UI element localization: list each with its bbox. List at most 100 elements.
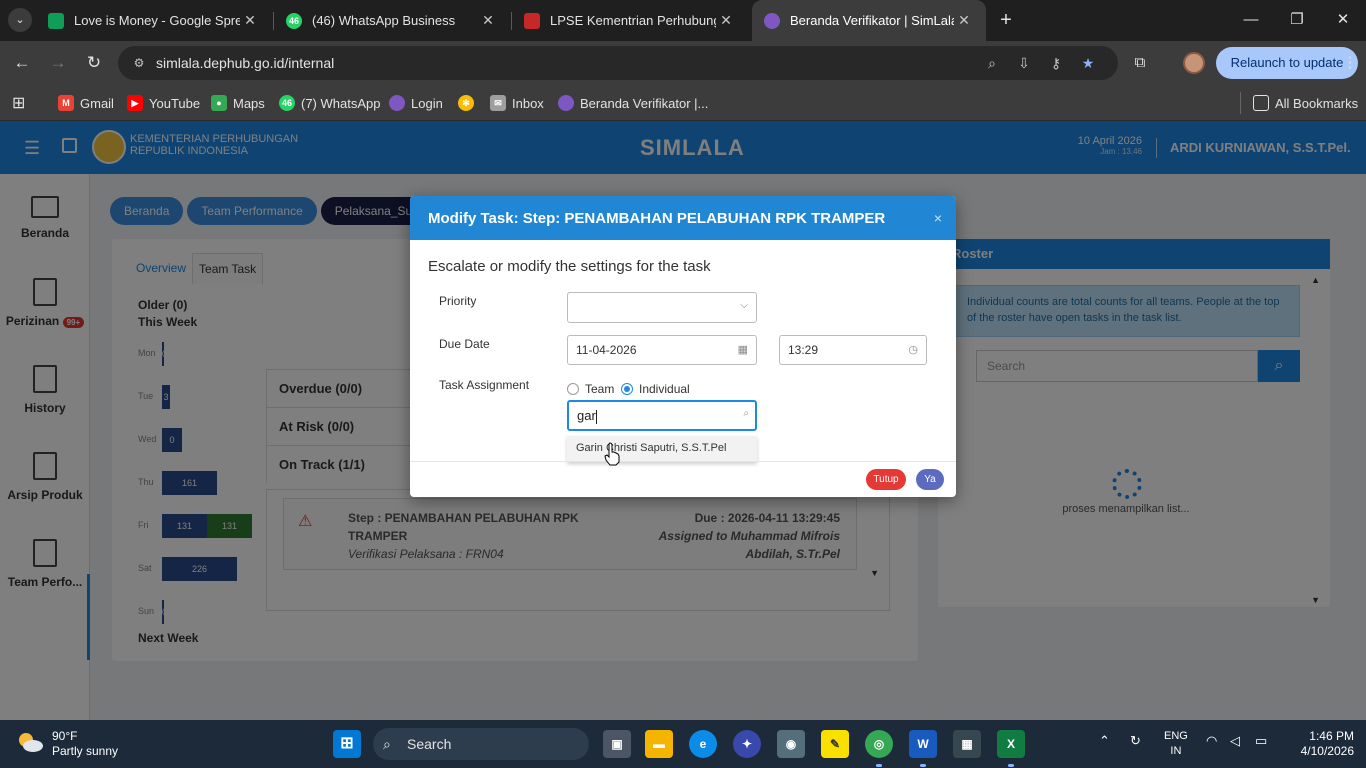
bookmark-star-icon[interactable]: ★ bbox=[1078, 54, 1098, 72]
volume-icon[interactable]: ◁ bbox=[1230, 733, 1240, 749]
chevron-up-icon[interactable]: ⌃ bbox=[1099, 733, 1110, 749]
copilot-icon[interactable]: ✦ bbox=[733, 730, 761, 758]
footer-divider bbox=[410, 461, 956, 462]
password-key-icon[interactable]: ⚷ bbox=[1046, 54, 1066, 72]
chevron-down-icon: ⌵ bbox=[740, 300, 748, 311]
folder-icon bbox=[1253, 95, 1269, 111]
due-time-input[interactable]: 13:29 ◷ bbox=[779, 335, 927, 365]
tab-title: LPSE Kementrian Perhubungan bbox=[550, 13, 716, 28]
radio-button bbox=[567, 383, 579, 395]
tab-title: Beranda Verifikator | SimLala bbox=[790, 13, 954, 28]
profile-avatar[interactable] bbox=[1183, 52, 1205, 74]
tab-whatsapp[interactable]: 46 (46) WhatsApp Business ✕ bbox=[274, 0, 510, 41]
new-tab-icon[interactable]: + bbox=[994, 8, 1018, 32]
reload-icon[interactable]: ↻ bbox=[82, 51, 106, 75]
dialog-description: Escalate or modify the settings for the … bbox=[428, 258, 711, 275]
bookmark-gmail[interactable]: M Gmail bbox=[58, 92, 114, 114]
whatsapp-icon: 46 bbox=[279, 95, 295, 111]
back-icon[interactable]: ← bbox=[10, 51, 34, 75]
tab-title: Love is Money - Google Spread bbox=[74, 13, 240, 28]
lpse-icon bbox=[524, 12, 540, 29]
dialog-title: Modify Task: Step: PENAMBAHAN PELABUHAN … bbox=[410, 196, 956, 240]
bookmark-youtube[interactable]: ▶ YouTube bbox=[127, 92, 200, 114]
close-tab-icon[interactable]: ✕ bbox=[954, 12, 974, 29]
whatsapp-icon: 46 bbox=[286, 12, 302, 29]
forward-icon[interactable]: → bbox=[46, 51, 70, 75]
radio-team[interactable]: Team bbox=[567, 382, 614, 396]
running-indicator bbox=[1008, 764, 1014, 767]
close-button[interactable]: Tutup bbox=[866, 469, 906, 490]
task-view-icon[interactable]: ▣ bbox=[603, 730, 631, 758]
browser-toolbar: ← → ↻ ⚙ simlala.dephub.go.id/internal ⌕ … bbox=[0, 41, 1366, 85]
globe-icon bbox=[558, 95, 574, 111]
chrome-icon[interactable]: ◎ bbox=[865, 730, 893, 758]
globe-icon bbox=[389, 95, 405, 111]
relaunch-button[interactable]: Relaunch to update bbox=[1216, 47, 1358, 79]
bookmark-whatsapp[interactable]: 46 (7) WhatsApp bbox=[279, 92, 380, 114]
camera-icon[interactable]: ◉ bbox=[777, 730, 805, 758]
edge-icon[interactable]: e bbox=[689, 730, 717, 758]
sticky-notes-icon[interactable]: ✎ bbox=[821, 730, 849, 758]
minimize-icon[interactable]: — bbox=[1228, 0, 1274, 41]
site-info-icon[interactable]: ⚙ bbox=[130, 54, 148, 72]
close-tab-icon[interactable]: ✕ bbox=[478, 12, 498, 29]
youtube-icon: ▶ bbox=[127, 95, 143, 111]
bookmark-login[interactable]: Login bbox=[389, 92, 443, 114]
excel-icon[interactable]: X bbox=[997, 730, 1025, 758]
tab-title: (46) WhatsApp Business bbox=[312, 13, 456, 28]
assignee-suggestion[interactable]: Garin Christi Saputri, S.S.T.Pel bbox=[567, 436, 757, 462]
weather-widget[interactable]: 90°F Partly sunny bbox=[52, 729, 118, 759]
bookmark-pinwheel[interactable]: ✻ bbox=[458, 92, 480, 114]
radio-individual[interactable]: Individual bbox=[621, 382, 690, 396]
wifi-icon[interactable]: ◠ bbox=[1206, 733, 1217, 749]
running-indicator bbox=[876, 764, 882, 767]
confirm-button[interactable]: Ya bbox=[916, 469, 944, 490]
due-date-input[interactable]: 11-04-2026 ▦ bbox=[567, 335, 757, 365]
due-date-label: Due Date bbox=[439, 337, 490, 351]
zoom-icon[interactable]: ⌕ bbox=[982, 54, 1002, 72]
priority-label: Priority bbox=[439, 294, 477, 308]
bookmark-beranda[interactable]: Beranda Verifikator |... bbox=[558, 92, 708, 114]
restore-icon[interactable]: ❐ bbox=[1274, 0, 1320, 41]
taskbar-clock[interactable]: 1:46 PM 4/10/2026 bbox=[1290, 729, 1354, 759]
partly-sunny-icon bbox=[19, 733, 43, 752]
battery-icon[interactable]: ▭ bbox=[1255, 733, 1267, 749]
windows-start-icon[interactable]: ⊞ bbox=[333, 730, 361, 758]
maps-pin-icon: ● bbox=[211, 95, 227, 111]
modify-task-dialog: Modify Task: Step: PENAMBAHAN PELABUHAN … bbox=[410, 196, 956, 497]
calculator-icon[interactable]: ▦ bbox=[953, 730, 981, 758]
close-icon[interactable]: × bbox=[934, 210, 942, 226]
extensions-icon[interactable]: ⧉ bbox=[1128, 51, 1152, 75]
task-assignment-label: Task Assignment bbox=[439, 378, 530, 392]
close-window-icon[interactable]: ✕ bbox=[1320, 0, 1366, 41]
tab-lpse[interactable]: LPSE Kementrian Perhubungan ✕ bbox=[512, 0, 748, 41]
address-bar[interactable]: ⚙ simlala.dephub.go.id/internal ⌕ ⇩ ⚷ ★ bbox=[118, 46, 1118, 80]
close-tab-icon[interactable]: ✕ bbox=[240, 12, 260, 29]
tab-search-chevron-icon[interactable]: ⌄ bbox=[8, 8, 32, 32]
tab-simlala[interactable]: Beranda Verifikator | SimLala ✕ bbox=[752, 0, 986, 41]
radio-button-selected bbox=[621, 383, 633, 395]
simlala-icon bbox=[764, 12, 780, 29]
close-tab-icon[interactable]: ✕ bbox=[716, 12, 736, 29]
windows-taskbar: 90°F Partly sunny ⊞ ⌕ Search ▣ ▬ e ✦ ◉ ✎… bbox=[0, 720, 1366, 768]
search-icon: ⌕ bbox=[743, 408, 749, 419]
priority-select[interactable]: ⌵ bbox=[567, 292, 757, 323]
more-menu-icon[interactable]: ⋮ bbox=[1342, 51, 1358, 75]
bookmark-inbox[interactable]: ✉ Inbox bbox=[490, 92, 544, 114]
apps-grid-icon[interactable]: ⊞ bbox=[12, 92, 25, 114]
running-indicator bbox=[920, 764, 926, 767]
all-bookmarks[interactable]: All Bookmarks bbox=[1240, 92, 1358, 114]
text-caret bbox=[595, 409, 597, 424]
hand-cursor-icon bbox=[604, 442, 620, 466]
install-app-icon[interactable]: ⇩ bbox=[1014, 54, 1034, 72]
taskbar-search[interactable]: ⌕ Search bbox=[373, 728, 589, 760]
word-icon[interactable]: W bbox=[909, 730, 937, 758]
bookmark-maps[interactable]: ● Maps bbox=[211, 92, 265, 114]
language-indicator[interactable]: ENG IN bbox=[1164, 729, 1188, 759]
assignee-search-input[interactable]: gar ⌕ bbox=[567, 400, 757, 431]
bookmarks-bar: ⊞ M Gmail ▶ YouTube ● Maps 46 (7) WhatsA… bbox=[0, 85, 1366, 121]
file-explorer-icon[interactable]: ▬ bbox=[645, 730, 673, 758]
sync-icon[interactable]: ↻ bbox=[1130, 733, 1141, 749]
tab-spreadsheet[interactable]: Love is Money - Google Spread ✕ bbox=[36, 0, 272, 41]
pinwheel-icon: ✻ bbox=[458, 95, 474, 111]
